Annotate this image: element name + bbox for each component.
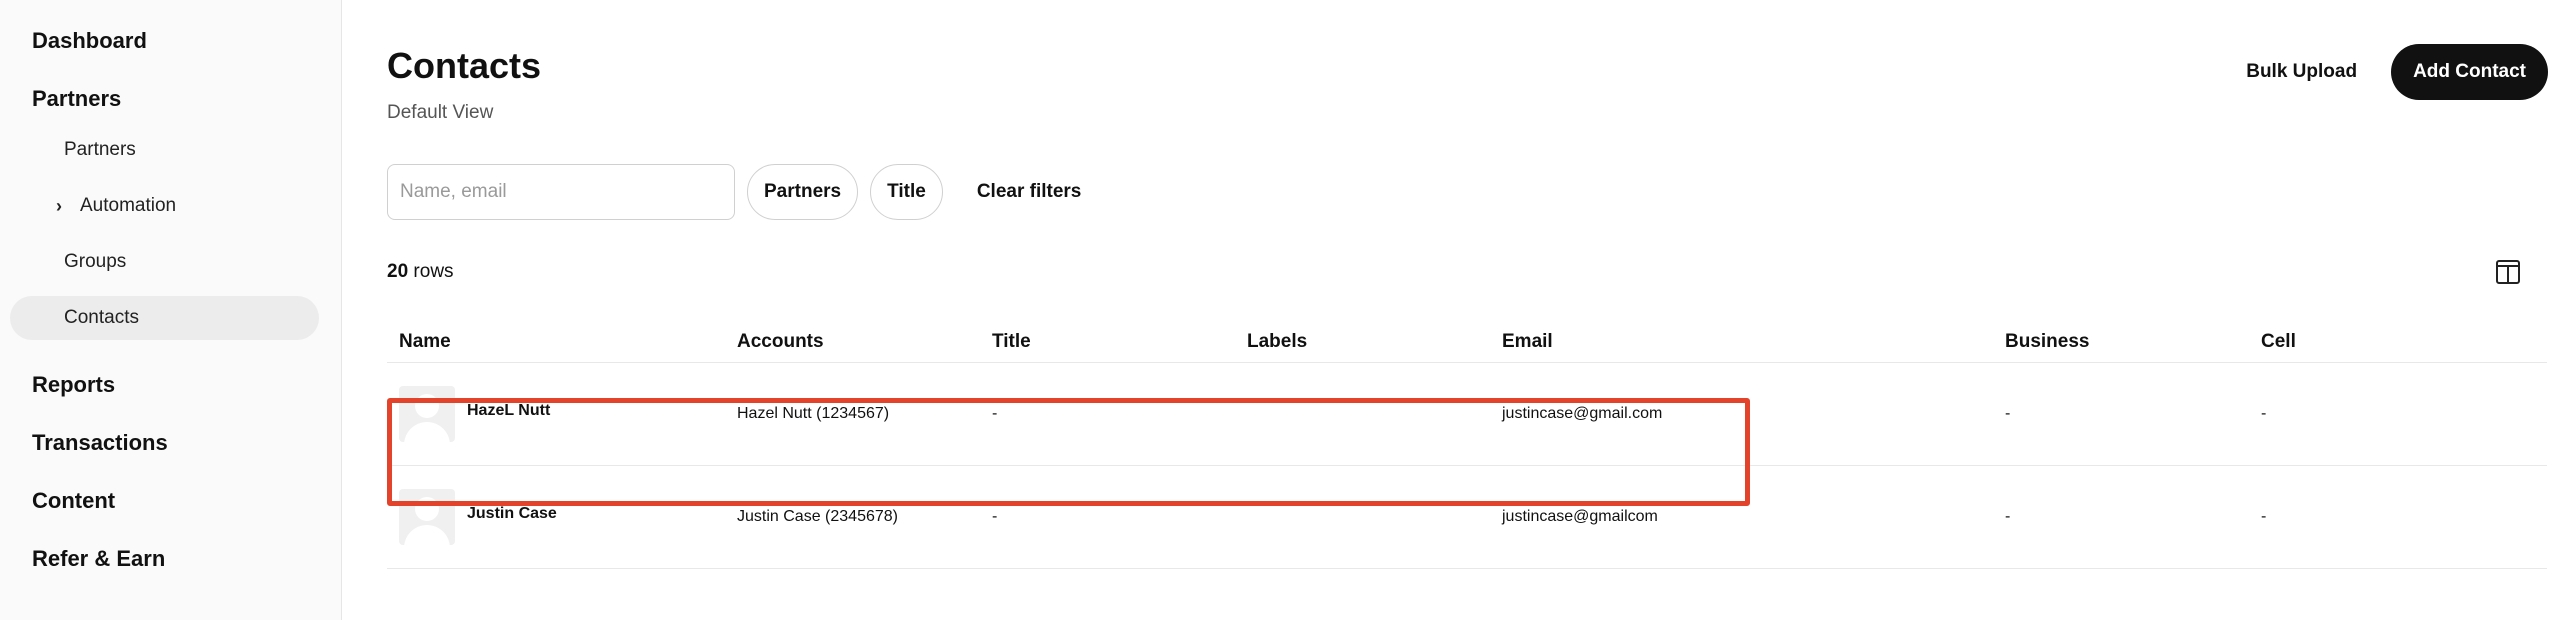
cell-title: - xyxy=(980,362,1235,466)
partners-filter-chip[interactable]: Partners xyxy=(747,164,859,220)
table-header-row: Name Accounts Title Labels Email Busines… xyxy=(387,322,2547,363)
cell-labels xyxy=(1235,465,1490,569)
cell-cell: - xyxy=(2249,362,2547,466)
sidebar: Dashboard Partners Partners › Automation … xyxy=(0,0,342,620)
cell-accounts: Justin Case (2345678) xyxy=(725,465,980,569)
page-title: Contacts xyxy=(387,45,542,86)
sidebar-item-groups[interactable]: Groups xyxy=(10,240,319,284)
chevron-right-icon: › xyxy=(56,196,62,216)
main-content: Contacts Default View Bulk Upload Add Co… xyxy=(342,0,2558,620)
cell-business: - xyxy=(1993,465,2249,569)
page-header: Contacts Default View Bulk Upload Add Co… xyxy=(387,44,2548,124)
row-count: 20 rows xyxy=(387,261,454,283)
cell-labels xyxy=(1235,362,1490,466)
column-header-name[interactable]: Name xyxy=(387,322,725,363)
cell-name: HazeL Nutt xyxy=(387,362,725,466)
avatar-placeholder-icon xyxy=(399,385,455,442)
add-contact-button[interactable]: Add Contact xyxy=(2391,44,2548,100)
rows-bar: 20 rows xyxy=(387,260,2548,284)
cell-email: justincase@gmailcom xyxy=(1490,465,1993,569)
clear-filters-button[interactable]: Clear filters xyxy=(977,181,1082,203)
columns-icon[interactable] xyxy=(2496,260,2520,284)
column-header-email[interactable]: Email xyxy=(1490,322,1993,363)
column-header-labels[interactable]: Labels xyxy=(1235,322,1490,363)
cell-name: Justin Case xyxy=(387,465,725,569)
cell-business: - xyxy=(1993,362,2249,466)
sidebar-item-automation[interactable]: › Automation xyxy=(10,184,319,228)
nav-dashboard[interactable]: Dashboard xyxy=(0,24,341,58)
view-selector[interactable]: Default View xyxy=(387,102,541,124)
sidebar-item-contacts[interactable]: Contacts xyxy=(10,296,319,340)
avatar-placeholder-icon xyxy=(399,488,455,545)
column-header-accounts[interactable]: Accounts xyxy=(725,322,980,363)
nav-reports[interactable]: Reports xyxy=(0,368,341,402)
contact-name[interactable]: HazeL Nutt xyxy=(467,402,550,420)
cell-accounts: Hazel Nutt (1234567) xyxy=(725,362,980,466)
bulk-upload-button[interactable]: Bulk Upload xyxy=(2246,61,2357,83)
search-input[interactable] xyxy=(387,164,735,220)
nav-transactions[interactable]: Transactions xyxy=(0,426,341,460)
column-header-business[interactable]: Business xyxy=(1993,322,2249,363)
column-header-cell[interactable]: Cell xyxy=(2249,322,2547,363)
table-row[interactable]: Justin Case Justin Case (2345678) - just… xyxy=(387,465,2547,569)
title-filter-chip[interactable]: Title xyxy=(870,164,943,220)
header-actions: Bulk Upload Add Contact xyxy=(2246,44,2548,100)
contact-name[interactable]: Justin Case xyxy=(467,505,557,523)
contacts-table: Name Accounts Title Labels Email Busines… xyxy=(387,322,2547,569)
column-header-title[interactable]: Title xyxy=(980,322,1235,363)
row-count-number: 20 xyxy=(387,261,409,282)
sidebar-item-label: Groups xyxy=(64,251,127,272)
table-row[interactable]: HazeL Nutt Hazel Nutt (1234567) - justin… xyxy=(387,362,2547,466)
nav-partners-section[interactable]: Partners xyxy=(0,82,341,116)
sidebar-item-partners[interactable]: Partners xyxy=(10,128,319,172)
sidebar-item-label: Partners xyxy=(64,139,136,160)
nav-refer-earn[interactable]: Refer & Earn xyxy=(0,542,341,576)
sidebar-item-label: Automation xyxy=(80,195,177,216)
cell-cell: - xyxy=(2249,465,2547,569)
cell-email: justincase@gmail.com xyxy=(1490,362,1993,466)
filter-bar: Partners Title Clear filters xyxy=(387,164,2548,220)
sidebar-item-label: Contacts xyxy=(64,307,139,328)
nav-content[interactable]: Content xyxy=(0,484,341,518)
row-count-label: rows xyxy=(413,261,454,282)
cell-title: - xyxy=(980,465,1235,569)
